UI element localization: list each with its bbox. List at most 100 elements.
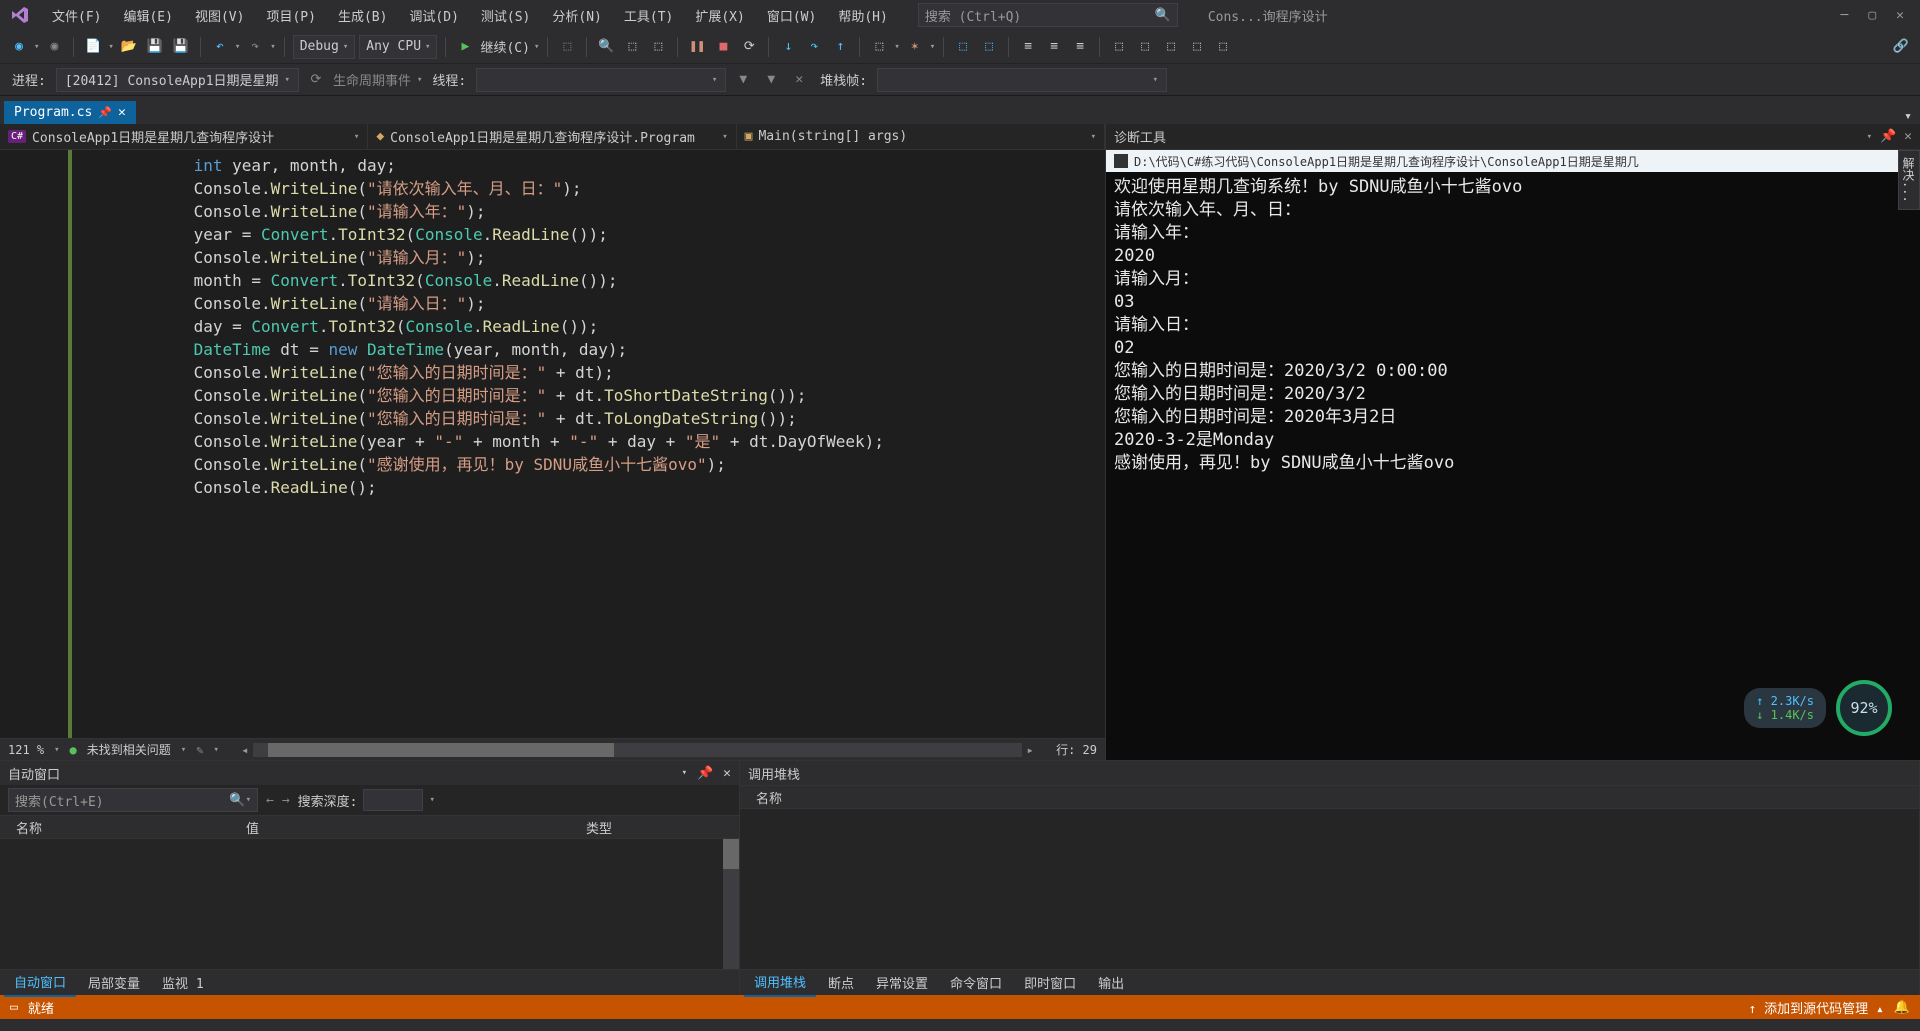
pause-button[interactable]: ❚❚: [686, 36, 708, 58]
tool-btn-7[interactable]: ⬚: [952, 36, 974, 58]
tool-btn-3[interactable]: ⬚: [621, 36, 643, 58]
thread-dropdown[interactable]: ▾: [476, 68, 726, 92]
code-content[interactable]: int year, month, day; Console.WriteLine(…: [70, 150, 1105, 738]
continue-label[interactable]: 继续(C): [480, 37, 529, 56]
live-share-icon[interactable]: 🔗: [1890, 36, 1912, 58]
menu-file[interactable]: 文件(F): [42, 2, 111, 29]
breadcrumb-method[interactable]: ▣ Main(string[] args) ▾: [737, 124, 1105, 149]
tool-btn-10[interactable]: ≡: [1043, 36, 1065, 58]
callstack-body[interactable]: [740, 809, 1919, 969]
tool-btn-6[interactable]: ✶: [904, 36, 926, 58]
menu-view[interactable]: 视图(V): [185, 2, 254, 29]
depth-input[interactable]: [363, 789, 423, 811]
stackframe-dropdown[interactable]: ▾: [877, 68, 1167, 92]
lifecycle-icon[interactable]: ⟳: [305, 69, 327, 91]
process-dropdown[interactable]: [20412] ConsoleApp1日期是星期▾: [56, 68, 299, 92]
autos-next-icon[interactable]: →: [282, 793, 290, 808]
tool-btn-5[interactable]: ⬚: [868, 36, 890, 58]
menu-ext[interactable]: 扩展(X): [685, 2, 754, 29]
tab-locals[interactable]: 局部变量: [78, 969, 150, 996]
autos-body[interactable]: [0, 839, 739, 969]
tool-btn-8[interactable]: ⬚: [978, 36, 1000, 58]
brush-icon[interactable]: ✎: [196, 743, 203, 757]
tool-btn-16[interactable]: ⬚: [1212, 36, 1234, 58]
menu-window[interactable]: 窗口(W): [757, 2, 826, 29]
horizontal-scrollbar[interactable]: ◂ ▸: [237, 743, 1038, 757]
solution-explorer-tab[interactable]: 解决...: [1898, 150, 1920, 210]
thread-btn-1[interactable]: ▼: [732, 69, 754, 91]
code-editor[interactable]: int year, month, day; Console.WriteLine(…: [0, 150, 1105, 738]
vertical-scrollbar[interactable]: [723, 839, 739, 969]
nav-back-button[interactable]: ◉: [8, 36, 30, 58]
thread-btn-2[interactable]: ▼: [760, 69, 782, 91]
save-all-button[interactable]: 💾: [170, 36, 192, 58]
autos-pin-icon[interactable]: 📌: [697, 766, 713, 781]
tab-autos[interactable]: 自动窗口: [4, 968, 76, 997]
close-button[interactable]: ✕: [1896, 8, 1904, 23]
autos-close-icon[interactable]: ✕: [723, 766, 731, 781]
undo-button[interactable]: ↶: [209, 36, 231, 58]
step-over-button[interactable]: ↷: [803, 36, 825, 58]
tool-btn-2[interactable]: 🔍: [595, 36, 617, 58]
autos-prev-icon[interactable]: ←: [266, 793, 274, 808]
menu-analyze[interactable]: 分析(N): [542, 2, 611, 29]
autos-dropdown-icon[interactable]: ▾: [682, 768, 687, 778]
zoom-level[interactable]: 121 %: [8, 743, 44, 757]
notification-icon[interactable]: 🔔: [1894, 1000, 1910, 1015]
editor-tab-active[interactable]: Program.cs 📌 ✕: [4, 101, 136, 124]
stop-button[interactable]: ■: [712, 36, 734, 58]
menu-debug[interactable]: 调试(D): [399, 2, 468, 29]
tool-btn-13[interactable]: ⬚: [1134, 36, 1156, 58]
tool-btn-11[interactable]: ≡: [1069, 36, 1091, 58]
continue-button[interactable]: ▶: [454, 36, 476, 58]
col-value[interactable]: 值: [238, 818, 578, 837]
new-item-button[interactable]: 📄: [82, 36, 104, 58]
menu-tools[interactable]: 工具(T): [614, 2, 683, 29]
save-button[interactable]: 💾: [144, 36, 166, 58]
tab-breakpoints[interactable]: 断点: [818, 969, 864, 996]
menu-test[interactable]: 测试(S): [471, 2, 540, 29]
tool-btn-1[interactable]: ⬚: [556, 36, 578, 58]
open-button[interactable]: 📂: [118, 36, 140, 58]
diag-dropdown[interactable]: ▾: [1867, 132, 1872, 142]
cs-col-name[interactable]: 名称: [748, 788, 790, 807]
pin-icon[interactable]: 📌: [98, 106, 112, 119]
issues-label[interactable]: 未找到相关问题: [87, 741, 171, 758]
tool-btn-4[interactable]: ⬚: [647, 36, 669, 58]
tab-close-icon[interactable]: ✕: [118, 105, 126, 120]
diag-close-icon[interactable]: ✕: [1904, 129, 1912, 144]
step-out-button[interactable]: ↑: [829, 36, 851, 58]
breadcrumb-class[interactable]: ◆ ConsoleApp1日期是星期几查询程序设计.Program ▾: [368, 124, 736, 149]
nav-forward-button[interactable]: ◉: [43, 36, 65, 58]
source-control-label[interactable]: ↑ 添加到源代码管理 ▴: [1748, 998, 1883, 1017]
menu-edit[interactable]: 编辑(E): [113, 2, 182, 29]
maximize-button[interactable]: ▢: [1868, 8, 1876, 23]
redo-button[interactable]: ↷: [244, 36, 266, 58]
tool-btn-9[interactable]: ≡: [1017, 36, 1039, 58]
tab-overflow-dropdown[interactable]: ▾: [1896, 109, 1920, 124]
minimize-button[interactable]: ─: [1841, 8, 1849, 23]
restart-button[interactable]: ⟳: [738, 36, 760, 58]
autos-search-input[interactable]: 搜索(Ctrl+E) 🔍▾: [8, 788, 258, 812]
menu-project[interactable]: 项目(P): [256, 2, 325, 29]
tab-exceptions[interactable]: 异常设置: [866, 969, 938, 996]
tool-btn-14[interactable]: ⬚: [1160, 36, 1182, 58]
tool-btn-15[interactable]: ⬚: [1186, 36, 1208, 58]
breadcrumb-project[interactable]: C# ConsoleApp1日期是星期几查询程序设计 ▾: [0, 124, 368, 149]
config-dropdown[interactable]: Debug▾: [293, 35, 356, 59]
diag-pin-icon[interactable]: 📌: [1880, 129, 1896, 144]
tab-command[interactable]: 命令窗口: [940, 969, 1012, 996]
tool-btn-12[interactable]: ⬚: [1108, 36, 1130, 58]
col-name[interactable]: 名称: [8, 818, 238, 837]
menu-build[interactable]: 生成(B): [328, 2, 397, 29]
thread-btn-3[interactable]: ✕: [788, 69, 810, 91]
global-search-input[interactable]: 搜索 (Ctrl+Q) 🔍: [918, 3, 1178, 27]
tab-output[interactable]: 输出: [1088, 969, 1134, 996]
platform-dropdown[interactable]: Any CPU▾: [359, 35, 437, 59]
tab-callstack[interactable]: 调用堆栈: [744, 968, 816, 997]
tab-immediate[interactable]: 即时窗口: [1014, 969, 1086, 996]
col-type[interactable]: 类型: [578, 818, 620, 837]
menu-help[interactable]: 帮助(H): [828, 2, 897, 29]
step-into-button[interactable]: ↓: [777, 36, 799, 58]
console-output[interactable]: 欢迎使用星期几查询系统！by SDNU咸鱼小十七酱ovo 请依次输入年、月、日：…: [1106, 172, 1920, 760]
